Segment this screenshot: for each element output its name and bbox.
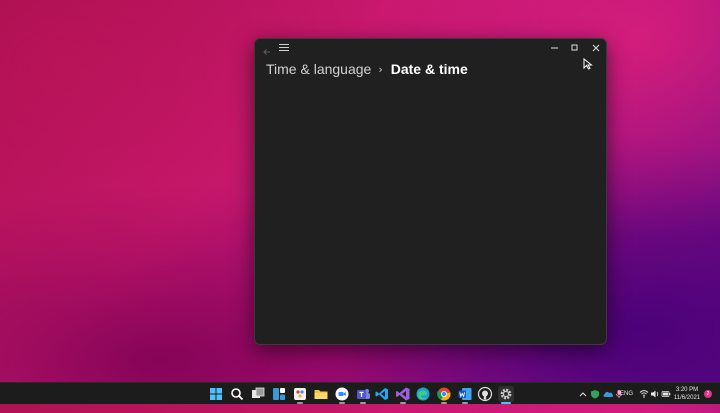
paint-app-button[interactable]	[292, 386, 308, 402]
github-icon	[477, 386, 493, 402]
breadcrumb: Time & language › Date & time	[266, 59, 468, 79]
github-desktop-app-button[interactable]	[477, 386, 493, 402]
wifi-tray-icon[interactable]	[639, 383, 649, 405]
zoom-app-button[interactable]	[334, 386, 350, 402]
back-arrow-icon	[263, 49, 270, 55]
start-button[interactable]	[208, 386, 224, 402]
search-button[interactable]	[229, 386, 245, 402]
shield-icon	[591, 390, 599, 399]
speaker-icon	[651, 390, 659, 398]
widgets-button[interactable]	[271, 386, 287, 402]
settings-app-button[interactable]	[498, 386, 514, 402]
word-app-button[interactable]	[457, 386, 473, 402]
microphone-tray-icon[interactable]	[603, 383, 613, 405]
mouse-cursor-icon	[583, 58, 593, 70]
microphone-icon	[603, 383, 613, 405]
close-icon	[592, 44, 600, 52]
hamburger-icon-line	[279, 44, 289, 45]
minimize-icon	[551, 47, 558, 49]
teams-icon	[357, 389, 370, 399]
visual-studio-app-button[interactable]	[395, 386, 411, 402]
widgets-icon	[273, 388, 285, 400]
edge-icon	[416, 387, 430, 401]
navigation-menu-button[interactable]	[279, 44, 289, 54]
wifi-icon	[639, 390, 649, 398]
teams-app-button[interactable]	[355, 386, 371, 402]
chrome-icon	[437, 387, 451, 401]
input-language-indicator[interactable]: ENG	[620, 391, 633, 413]
hamburger-icon-line	[279, 50, 289, 51]
chevron-up-icon	[579, 392, 587, 397]
breadcrumb-parent-link[interactable]: Time & language	[266, 61, 371, 77]
title-bar[interactable]	[255, 39, 606, 57]
taskbar: ENG 3:20 PM 11/6/2021 2	[0, 382, 720, 404]
battery-tray-icon[interactable]	[661, 383, 671, 405]
clock-button[interactable]: 3:20 PM 11/6/2021	[672, 386, 702, 402]
edge-app-button[interactable]	[415, 386, 431, 402]
close-button[interactable]	[586, 41, 606, 55]
search-icon	[231, 388, 244, 401]
zoom-icon	[335, 387, 349, 401]
clock-date: 11/6/2021	[673, 395, 701, 401]
settings-window: Time & language › Date & time	[254, 38, 607, 345]
back-button[interactable]	[261, 43, 273, 55]
paint-icon	[294, 388, 306, 400]
vscode-icon	[375, 388, 388, 400]
windows-logo-icon	[210, 388, 222, 400]
breadcrumb-chevron-icon: ›	[378, 62, 383, 76]
chrome-app-button[interactable]	[436, 386, 452, 402]
hamburger-icon-line	[279, 47, 289, 48]
minimize-button[interactable]	[545, 41, 565, 55]
clock-time: 3:20 PM	[675, 387, 699, 393]
maximize-icon	[571, 44, 578, 51]
visual-studio-icon	[396, 387, 410, 401]
gear-icon	[500, 388, 512, 400]
show-hidden-icons-button[interactable]	[578, 383, 588, 405]
vscode-app-button[interactable]	[374, 386, 390, 402]
defender-tray-icon[interactable]	[590, 383, 600, 405]
word-icon	[458, 388, 472, 400]
task-view-button[interactable]	[250, 386, 266, 402]
notification-badge[interactable]: 2	[704, 390, 712, 398]
battery-icon	[661, 391, 671, 397]
maximize-button[interactable]	[565, 41, 585, 55]
task-view-icon	[252, 387, 265, 398]
page-title: Date & time	[390, 61, 468, 77]
folder-icon	[314, 390, 328, 399]
file-explorer-button[interactable]	[313, 386, 329, 402]
volume-tray-icon[interactable]	[650, 383, 660, 405]
